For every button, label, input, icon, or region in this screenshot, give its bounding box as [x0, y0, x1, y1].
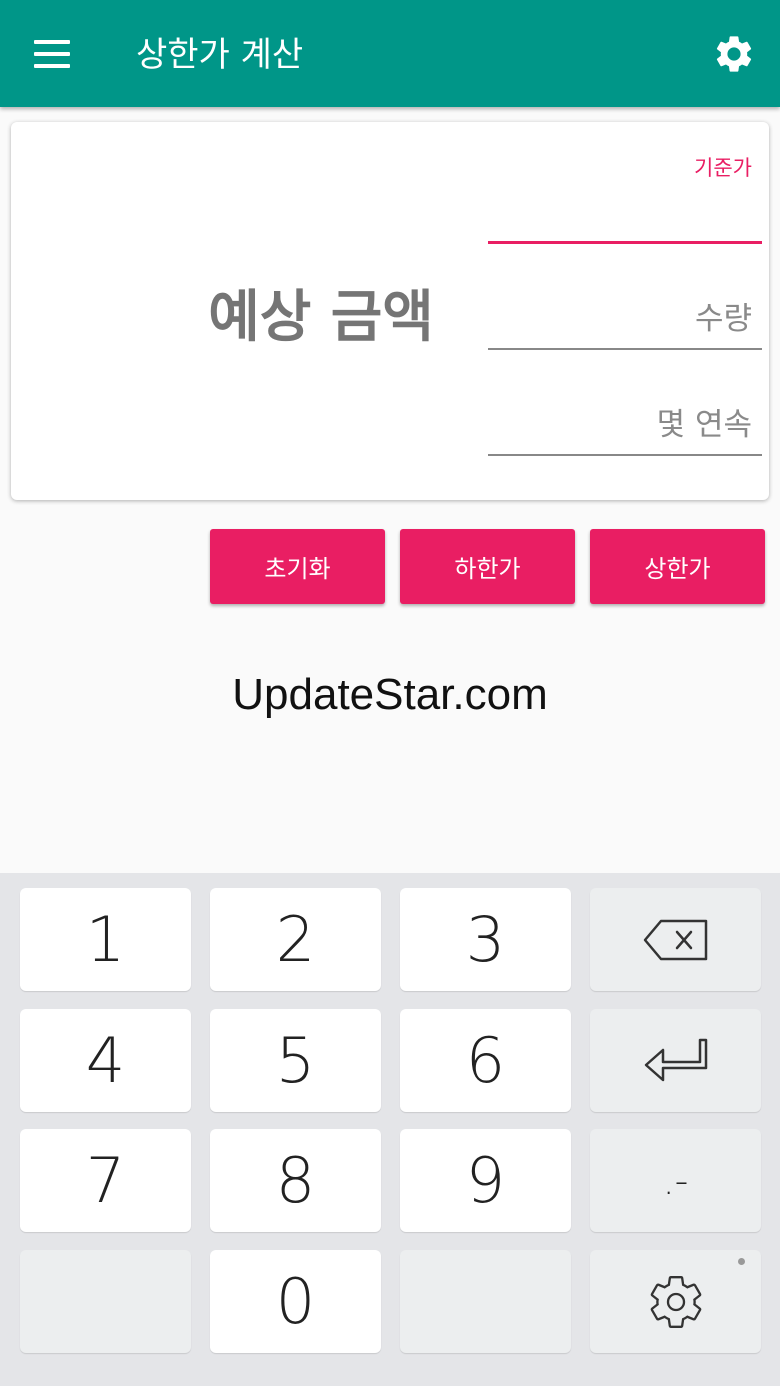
punctuation-key[interactable]: .- [590, 1129, 761, 1232]
upper-limit-button[interactable]: 상한가 [590, 529, 765, 604]
app-bar: 상한가 계산 [0, 0, 780, 107]
app-title: 상한가 계산 [136, 35, 304, 75]
blank-key-left[interactable] [20, 1250, 191, 1353]
enter-icon [644, 1038, 707, 1081]
base-price-label: 기준가 [694, 156, 752, 180]
key-8[interactable]: 8 [210, 1129, 381, 1232]
key-2[interactable]: 2 [210, 888, 381, 991]
consecutive-input[interactable] [488, 403, 762, 447]
hamburger-menu-icon[interactable] [34, 40, 72, 68]
quantity-input[interactable] [488, 297, 762, 341]
estimated-amount: 예상 금액 [208, 285, 434, 350]
quantity-underline [488, 348, 762, 350]
backspace-key[interactable] [590, 888, 761, 991]
key-1[interactable]: 1 [20, 888, 191, 991]
base-price-field[interactable]: 기준가 [488, 152, 762, 246]
numeric-keyboard: 1 2 3 4 5 6 7 8 9 .- 0 [0, 873, 780, 1386]
reset-button[interactable]: 초기화 [210, 529, 385, 604]
key-3[interactable]: 3 [400, 888, 571, 991]
keyboard-settings-icon [650, 1275, 701, 1328]
key-9[interactable]: 9 [400, 1129, 571, 1232]
blank-key-right[interactable] [400, 1250, 571, 1353]
key-6[interactable]: 6 [400, 1009, 571, 1112]
quantity-field[interactable] [488, 292, 762, 352]
consecutive-field[interactable] [488, 398, 762, 458]
base-price-underline [488, 241, 762, 244]
key-4[interactable]: 4 [20, 1009, 191, 1112]
enter-key[interactable] [590, 1009, 761, 1112]
keyboard-settings-key[interactable] [590, 1250, 761, 1353]
lower-limit-button[interactable]: 하한가 [400, 529, 575, 604]
calculator-card: 예상 금액 기준가 [11, 122, 769, 500]
indicator-dot [738, 1258, 745, 1265]
key-0[interactable]: 0 [210, 1250, 381, 1353]
backspace-icon [643, 919, 707, 960]
consecutive-underline [488, 454, 762, 456]
watermark: UpdateStar.com [232, 670, 548, 719]
base-price-input[interactable] [488, 196, 762, 236]
key-7[interactable]: 7 [20, 1129, 191, 1232]
gear-icon[interactable] [712, 32, 756, 76]
key-5[interactable]: 5 [210, 1009, 381, 1112]
